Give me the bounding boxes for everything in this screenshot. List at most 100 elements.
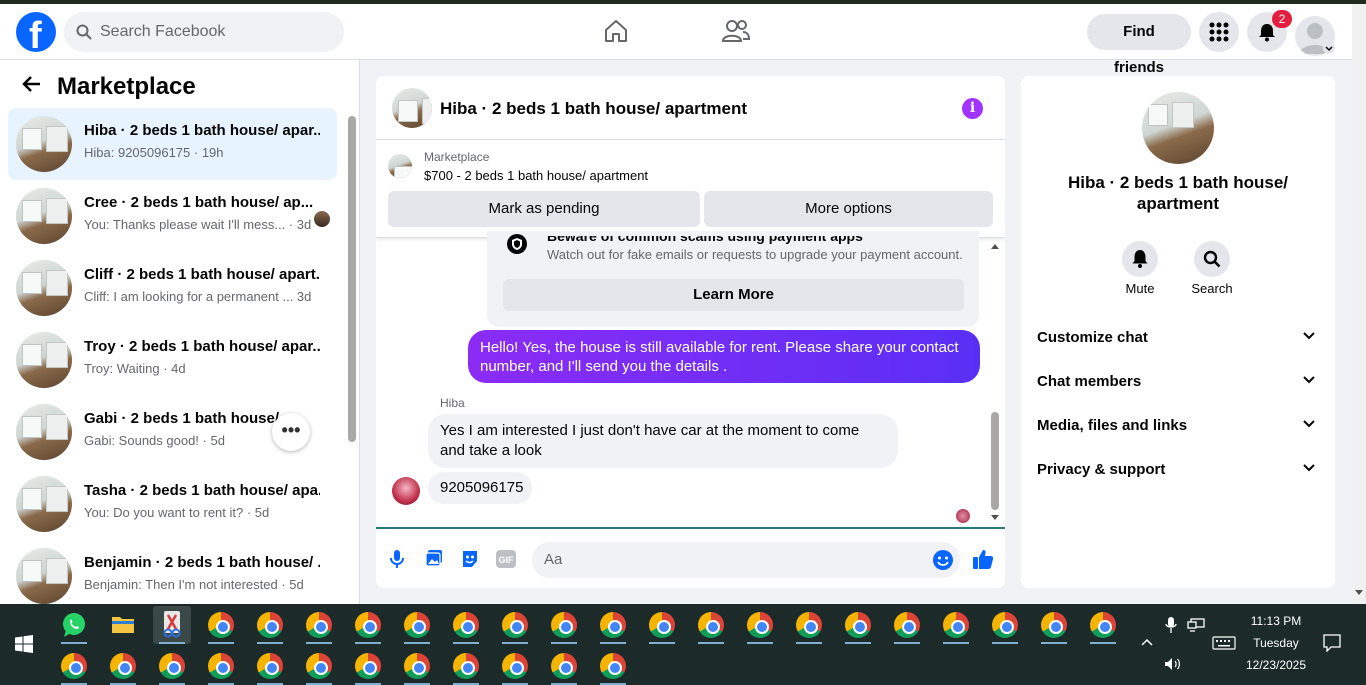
chrome-icon (404, 612, 430, 638)
menu-grid-icon (1209, 22, 1229, 42)
chrome-taskbar-button[interactable] (496, 606, 534, 644)
chrome-icon (502, 612, 528, 638)
thread-item-benjamin[interactable]: Benjamin · 2 beds 1 bath house/ ... Benj… (8, 540, 337, 612)
chrome-taskbar-button[interactable] (251, 606, 289, 644)
chrome-taskbar-button[interactable] (1084, 606, 1122, 644)
chat-title[interactable]: Hiba · 2 beds 1 bath house/ apartment (440, 99, 747, 119)
chat-panel: Hiba · 2 beds 1 bath house/ apartment i … (376, 76, 1005, 588)
thread-item-cree[interactable]: Cree · 2 beds 1 bath house/ ap... You: T… (8, 180, 337, 252)
chrome-taskbar-button[interactable] (888, 606, 926, 644)
chrome-taskbar-button[interactable] (790, 606, 828, 644)
chrome-taskbar-button[interactable] (839, 606, 877, 644)
menu-button[interactable] (1199, 12, 1239, 52)
customize-chat-row[interactable]: Customize chat (1037, 316, 1319, 360)
chrome-taskbar-button[interactable] (1035, 606, 1073, 644)
more-options-button[interactable]: More options (704, 191, 993, 227)
mark-as-pending-button[interactable]: Mark as pending (388, 191, 700, 227)
account-chevron-icon[interactable] (1323, 42, 1335, 54)
message-input[interactable]: Aa (532, 542, 960, 578)
chrome-taskbar-button[interactable] (741, 606, 779, 644)
mute-button[interactable] (1122, 241, 1158, 277)
chevron-up-icon[interactable] (1141, 638, 1153, 646)
sidebar-scrollbar[interactable] (348, 116, 356, 442)
chrome-taskbar-button[interactable] (202, 606, 240, 644)
whatsapp-taskbar-button[interactable] (55, 606, 93, 644)
clock-date: 12/23/2025 (1245, 658, 1307, 672)
back-arrow-icon[interactable] (22, 74, 42, 94)
chrome-taskbar-button[interactable] (545, 647, 583, 685)
chrome-taskbar-button[interactable] (643, 606, 681, 644)
chrome-icon (61, 653, 87, 679)
notifications-badge: 2 (1272, 10, 1292, 28)
privacy-support-row[interactable]: Privacy & support (1037, 448, 1319, 492)
chrome-taskbar-button[interactable] (447, 647, 485, 685)
chrome-taskbar-button[interactable] (300, 606, 338, 644)
home-icon[interactable] (603, 18, 629, 44)
chrome-taskbar-button[interactable] (251, 647, 289, 685)
chat-avatar[interactable] (392, 88, 432, 128)
thumbs-up-icon[interactable] (972, 548, 994, 570)
chrome-taskbar-button[interactable] (104, 647, 142, 685)
chrome-taskbar-button[interactable] (349, 647, 387, 685)
windows-start-icon[interactable] (15, 635, 33, 653)
thread-item-tasha[interactable]: Tasha · 2 beds 1 bath house/ apa... You:… (8, 468, 337, 540)
chrome-taskbar-button[interactable] (937, 606, 975, 644)
chrome-taskbar-button[interactable] (153, 647, 191, 685)
chrome-taskbar-button[interactable] (986, 606, 1024, 644)
listing-thumbnail[interactable] (388, 154, 412, 178)
microphone-icon[interactable] (1165, 616, 1177, 634)
system-clock[interactable]: 11:13 PM Tuesday 12/23/2025 (1238, 610, 1314, 676)
thread-item-hiba[interactable]: Hiba · 2 beds 1 bath house/ apar... Hiba… (8, 108, 337, 180)
chrome-taskbar-button[interactable] (692, 606, 730, 644)
chrome-taskbar-button[interactable] (300, 647, 338, 685)
chrome-taskbar-button[interactable] (55, 647, 93, 685)
microphone-icon[interactable] (390, 549, 404, 569)
thread-more-options-button[interactable]: ••• (272, 413, 310, 451)
conversation-avatar[interactable] (1142, 92, 1214, 164)
scroll-up-arrow-icon[interactable] (990, 242, 1000, 250)
row-label: Chat members (1037, 373, 1142, 390)
incoming-message[interactable]: Yes I am interested I just don't have ca… (428, 414, 898, 468)
file-explorer-taskbar-button[interactable] (104, 606, 142, 644)
thread-preview: Hiba: 9205096175 · 19h (84, 145, 224, 160)
snipping-tool-taskbar-button[interactable] (153, 606, 191, 644)
friends-icon[interactable] (722, 18, 750, 44)
search-in-conversation-button[interactable] (1194, 241, 1230, 277)
scroll-down-arrow-icon[interactable] (1355, 590, 1363, 596)
chrome-taskbar-button[interactable] (447, 606, 485, 644)
thread-item-troy[interactable]: Troy · 2 beds 1 bath house/ apar... Troy… (8, 324, 337, 396)
info-icon[interactable]: i (962, 98, 983, 119)
notification-center-icon[interactable] (1323, 634, 1341, 652)
find-friends-button[interactable]: Find friends (1087, 14, 1191, 76)
thread-preview: You: Do you want to rent it? · 5d (84, 505, 270, 520)
chat-scrollbar[interactable] (991, 412, 999, 510)
chrome-taskbar-button[interactable] (496, 647, 534, 685)
chrome-taskbar-button[interactable] (398, 606, 436, 644)
photo-icon[interactable] (425, 549, 443, 567)
sticker-icon[interactable] (460, 549, 480, 569)
outgoing-message[interactable]: Hello! Yes, the house is still available… (468, 330, 980, 383)
search-input[interactable]: Search Facebook (64, 12, 344, 52)
chat-members-row[interactable]: Chat members (1037, 360, 1319, 404)
volume-icon[interactable] (1164, 657, 1182, 671)
network-icon[interactable] (1187, 618, 1205, 632)
chrome-taskbar-button[interactable] (594, 647, 632, 685)
keyboard-icon[interactable] (1212, 636, 1236, 650)
thread-item-cliff[interactable]: Cliff · 2 beds 1 bath house/ apart... Cl… (8, 252, 337, 324)
media-files-links-row[interactable]: Media, files and links (1037, 404, 1319, 448)
facebook-logo[interactable]: f (16, 12, 56, 52)
chrome-taskbar-button[interactable] (398, 647, 436, 685)
incoming-message[interactable]: 9205096175 (428, 472, 532, 504)
chrome-taskbar-button[interactable] (594, 606, 632, 644)
chrome-taskbar-button[interactable] (545, 606, 583, 644)
gif-icon[interactable]: GIF (495, 549, 517, 569)
learn-more-button[interactable]: Learn More (503, 279, 964, 311)
chrome-icon (257, 612, 283, 638)
emoji-icon[interactable] (932, 549, 954, 571)
scroll-down-arrow-icon[interactable] (990, 514, 1000, 522)
page-scrollbar[interactable] (1352, 4, 1366, 604)
chrome-taskbar-button[interactable] (202, 647, 240, 685)
chrome-taskbar-button[interactable] (349, 606, 387, 644)
sender-avatar[interactable] (392, 477, 420, 505)
listing-title[interactable]: $700 - 2 beds 1 bath house/ apartment (424, 168, 648, 183)
